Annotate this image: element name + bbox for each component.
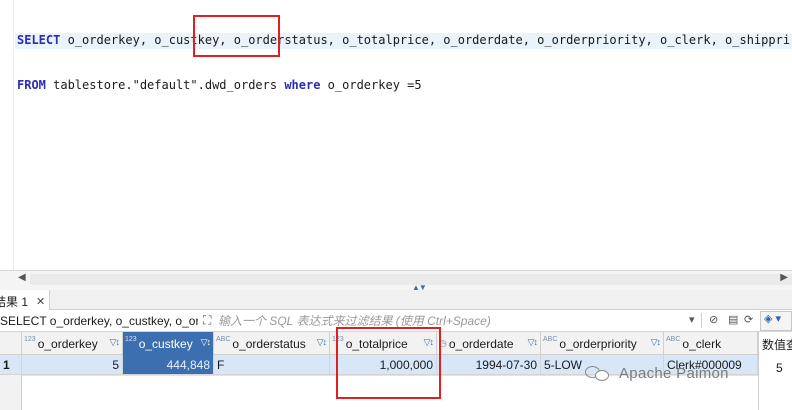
editor-results-splitter[interactable]: ◀ ▶ ▲▼ [0,270,792,292]
column-header-o-orderkey[interactable]: 123 o_orderkey ▽↕ [22,332,123,355]
table-name-highlight-box [193,15,280,57]
editor-gutter [0,0,14,270]
dropdown-icon[interactable]: ▾ [689,313,695,326]
sql-keyword-select: SELECT [17,33,61,47]
column-header-o-custkey[interactable]: 123 o_custkey ▽↕ [123,332,214,355]
row-number-header [0,332,22,355]
sort-icon[interactable]: ▽↕ [110,337,120,348]
value-viewer-value: 5 [776,361,783,375]
column-header-o-orderstatus[interactable]: ABC o_orderstatus ▽↕ [214,332,330,355]
sql-keyword-from: FROM [17,78,46,92]
horizontal-scrollbar[interactable] [30,274,792,285]
column-header-label: o_orderpriority [559,336,637,351]
watermark-text: Apache Paimon [619,364,729,382]
column-header-label: o_orderkey [37,336,98,351]
text-type-icon: ABC [666,336,681,343]
sql-keyword-where: where [284,78,321,92]
sql-line-2: FROM tablestore."default".dwd_orders whe… [17,78,790,93]
watermark: Apache Paimon [585,364,729,382]
cell-o-orderkey[interactable]: 5 [22,355,123,375]
column-header-o-clerk[interactable]: ABC o_clerk [664,332,758,355]
column-header-label: o_orderstatus [232,336,306,351]
wechat-icon [585,364,611,382]
scroll-right-icon[interactable]: ▶ [780,272,788,283]
filter-history-icon[interactable]: ▤ [728,313,738,326]
row-number[interactable]: 1 [0,355,22,375]
column-header-o-orderpriority[interactable]: ABC o_orderpriority ▽↕ [541,332,664,355]
sql-code[interactable]: SELECT o_orderkey, o_custkey, o_ordersta… [17,3,790,123]
value-viewer-panel: 数值查 5 [758,332,792,410]
row-number-column [0,375,22,410]
filter-input[interactable] [218,312,674,329]
sql-table-ref: tablestore."default".dwd_orders [45,78,285,92]
cell-o-custkey[interactable]: 444,848 [123,355,214,375]
sql-editor[interactable]: SELECT o_orderkey, o_custkey, o_ordersta… [0,0,792,270]
sort-icon[interactable]: ▽↕ [528,337,538,348]
column-header-label: o_custkey [138,336,193,351]
scroll-left-icon[interactable]: ◀ [18,272,26,283]
column-header-label: o_clerk [682,336,722,351]
sql-condition: o_orderkey =5 [320,78,422,92]
text-type-icon: ABC [543,336,558,343]
panels-toggle-button[interactable]: ◈ ▾ [760,311,792,331]
sql-select-columns: o_orderkey, o_custkey, o_orderstatus, o_… [60,33,791,47]
numeric-type-icon: 123 [24,336,36,343]
filter-icon: ⛶ [203,313,212,327]
sql-line-1: SELECT o_orderkey, o_custkey, o_ordersta… [17,33,790,48]
tab-results-1[interactable]: 结果 1 ✕ [0,290,51,310]
close-icon[interactable]: ✕ [36,295,45,308]
clear-filter-icon[interactable]: ⊘ [709,313,718,326]
cell-o-orderstatus[interactable]: F [214,355,330,375]
cell-o-orderdate[interactable]: 1994-07-30 [437,355,541,375]
sort-icon[interactable]: ▽↕ [651,337,661,348]
query-preview: SELECT o_orderkey, o_custkey, o_orc [0,314,198,328]
column-header-label: o_orderdate [448,336,514,351]
tab-label: 结果 1 [0,294,29,309]
column-header-o-orderdate[interactable]: ◷ o_orderdate ▽↕ [437,332,541,355]
totalprice-highlight-box [336,327,441,399]
divider [701,313,702,328]
refresh-icon[interactable]: ⟳ [744,313,753,326]
text-type-icon: ABC [216,336,231,343]
results-tabbar: 结果 1 ✕ [0,290,792,310]
numeric-type-icon: 123 [125,336,137,343]
value-viewer-title: 数值查 [762,338,792,352]
sort-icon[interactable]: ▽↕ [201,337,211,348]
sort-icon[interactable]: ▽↕ [317,337,327,348]
